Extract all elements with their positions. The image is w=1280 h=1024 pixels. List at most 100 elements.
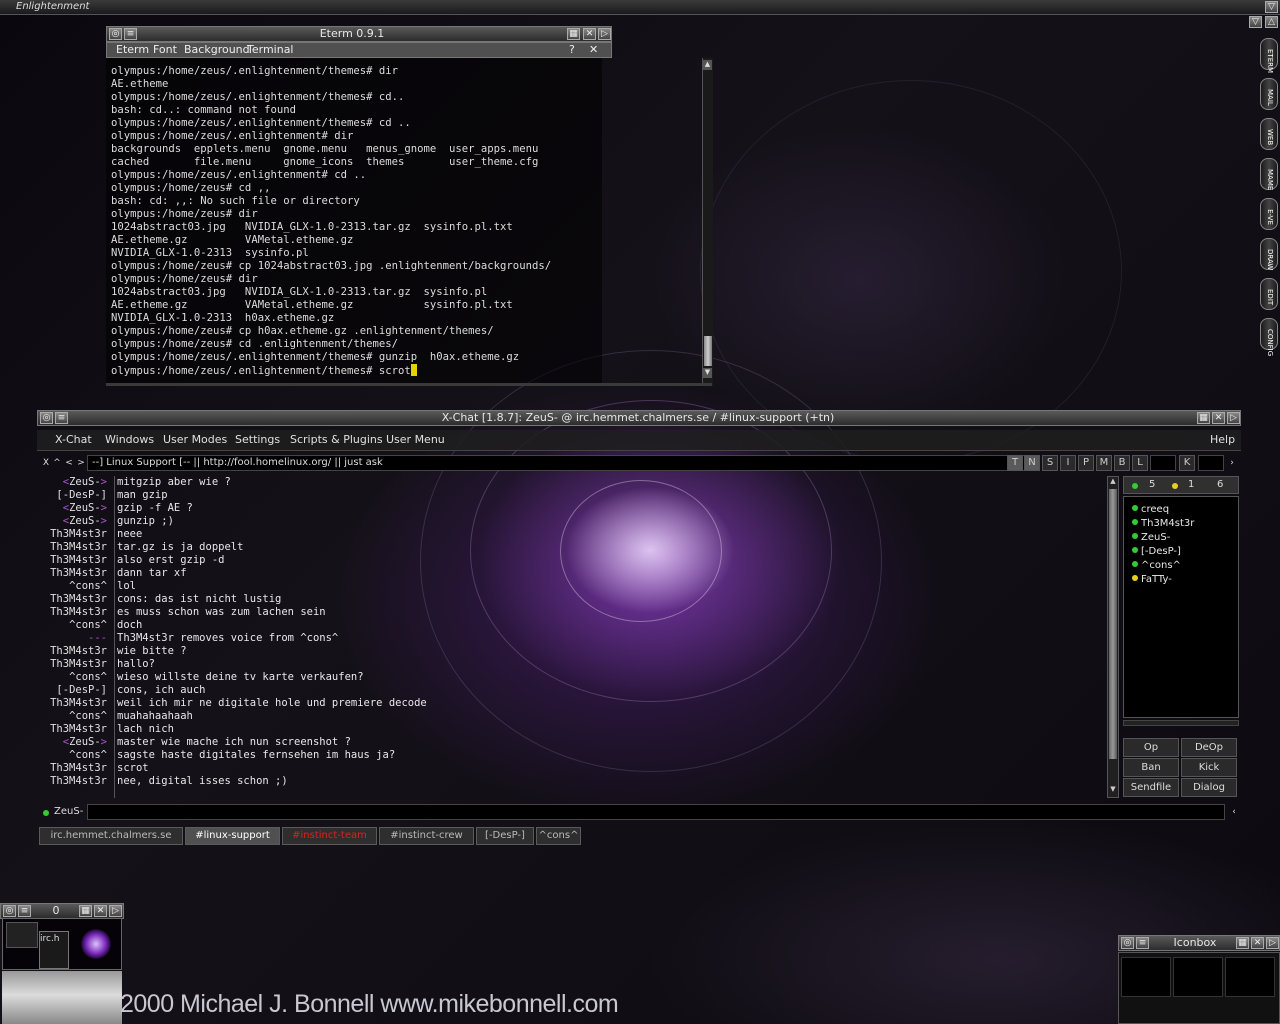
message-nick[interactable]: Th3M4st3r <box>37 697 107 710</box>
menu-help[interactable]: Help <box>1210 432 1235 448</box>
scroll-down-icon[interactable]: ▼ <box>703 368 712 378</box>
gear-icon[interactable]: ◎ <box>109 28 122 40</box>
help-icon[interactable]: ? <box>569 43 575 57</box>
message-nick[interactable]: ^cons^ <box>37 749 107 762</box>
chevron-down-icon[interactable]: ▽ <box>1265 1 1278 13</box>
message-nick[interactable]: Th3M4st3r <box>37 541 107 554</box>
dock-button[interactable]: WEB <box>1260 118 1278 150</box>
maximize-icon[interactable]: ▦ <box>79 905 92 917</box>
menu-icon[interactable]: ≡ <box>18 905 31 917</box>
message-nick[interactable]: <ZeuS-> <box>37 736 107 749</box>
key-field[interactable] <box>1198 455 1224 471</box>
menu-icon[interactable]: ≡ <box>124 28 137 40</box>
channel-tab[interactable]: #instinct-crew <box>379 827 474 845</box>
mode-m-button[interactable]: M <box>1096 455 1112 471</box>
message-nick[interactable]: ^cons^ <box>37 710 107 723</box>
eterm-menu-terminal[interactable]: Terminal <box>247 43 294 57</box>
xchat-titlebar[interactable]: ◎ ≡ X-Chat [1.8.7]: ZeuS- @ irc.hemmet.c… <box>37 410 1241 426</box>
message-nick[interactable]: --- <box>37 632 107 645</box>
chat-scrollbar[interactable]: ▲ ▼ <box>1107 476 1119 798</box>
userlist-hscroll[interactable] <box>1123 720 1239 726</box>
message-nick[interactable]: Th3M4st3r <box>37 593 107 606</box>
message-nick[interactable]: Th3M4st3r <box>37 658 107 671</box>
chevron-right-icon[interactable]: › <box>1227 456 1237 470</box>
message-nick[interactable]: ^cons^ <box>37 580 107 593</box>
detach-button[interactable]: ^ <box>52 456 62 470</box>
message-nick[interactable]: Th3M4st3r <box>37 567 107 580</box>
iconbox-slot[interactable] <box>1225 957 1275 997</box>
mode-i-button[interactable]: I <box>1060 455 1076 471</box>
user-list-item[interactable]: FaTTy- <box>1132 573 1172 586</box>
close-icon[interactable]: ✕ <box>1251 937 1264 949</box>
pager-window-xchat[interactable]: irc.h <box>39 931 69 969</box>
message-nick[interactable]: Th3M4st3r <box>37 762 107 775</box>
message-nick[interactable]: [-DesP-] <box>37 684 107 697</box>
message-nick[interactable]: <ZeuS-> <box>37 515 107 528</box>
pager-titlebar[interactable]: ◎ ≡ 0 ▦ ✕ ▷ <box>0 903 124 919</box>
dock-button[interactable]: MAME <box>1260 158 1278 190</box>
message-nick[interactable]: Th3M4st3r <box>37 723 107 736</box>
mode-s-button[interactable]: S <box>1042 455 1058 471</box>
close-tab-button[interactable]: X <box>41 456 51 470</box>
scrollbar-thumb[interactable] <box>704 336 712 366</box>
maximize-icon[interactable]: ▦ <box>567 28 580 40</box>
mode-b-button[interactable]: B <box>1114 455 1130 471</box>
mode-k-button[interactable]: K <box>1179 455 1195 471</box>
user-list-item[interactable]: [-DesP-] <box>1132 545 1181 558</box>
chat-log[interactable]: <ZeuS-> [-DesP-] <ZeuS-> <ZeuS-> Th3M4st3r Th… <box>37 476 1107 798</box>
close-icon[interactable]: ✕ <box>1212 412 1225 424</box>
terminal-scrollbar[interactable]: ▲ ▼ <box>702 58 713 386</box>
limit-field[interactable] <box>1150 455 1176 471</box>
message-nick[interactable]: <ZeuS-> <box>37 476 107 489</box>
message-nick[interactable]: ^cons^ <box>37 619 107 632</box>
user-list[interactable]: creeq Th3M4st3r ZeuS- [-DesP-] ^cons^ FaTTy- <box>1123 496 1239 718</box>
maximize-icon[interactable]: ▦ <box>1197 412 1210 424</box>
user-list-item[interactable]: creeq <box>1132 503 1169 516</box>
op-button[interactable]: Op <box>1123 738 1179 757</box>
dock-button[interactable]: MAIL <box>1260 78 1278 110</box>
scroll-down-icon[interactable]: ▼ <box>1108 785 1118 795</box>
message-input[interactable] <box>87 804 1225 820</box>
maximize-icon[interactable]: ▦ <box>1236 937 1249 949</box>
arrow-right-icon[interactable]: ▷ <box>598 28 611 40</box>
eterm-titlebar[interactable]: ◎ ≡ Eterm 0.9.1 ▦ ✕ ▷ <box>106 26 612 42</box>
dock-button[interactable]: ETERM <box>1260 38 1278 73</box>
message-nick[interactable]: [-DesP-] <box>37 489 107 502</box>
menu-user-menu[interactable]: User Menu <box>386 432 445 448</box>
mode-l-button[interactable]: L <box>1132 455 1148 471</box>
channel-tab[interactable]: ^cons^ <box>536 827 581 845</box>
mode-n-button[interactable]: N <box>1024 455 1040 471</box>
column-separator[interactable] <box>114 476 115 798</box>
ban-button[interactable]: Ban <box>1123 758 1179 777</box>
dock-button[interactable]: CONFIG <box>1260 318 1278 356</box>
menu-scripts-plugins[interactable]: Scripts & Plugins <box>290 432 383 448</box>
channel-tab[interactable]: irc.hemmet.chalmers.se <box>39 827 183 845</box>
menu-user-modes[interactable]: User Modes <box>163 432 227 448</box>
message-nick[interactable]: Th3M4st3r <box>37 554 107 567</box>
menu-settings[interactable]: Settings <box>235 432 280 448</box>
menu-xchat[interactable]: X-Chat <box>55 432 92 448</box>
eterm-menu-eterm[interactable]: Eterm <box>116 43 149 57</box>
channel-tab[interactable]: [-DesP-] <box>476 827 534 845</box>
next-tab-button[interactable]: > <box>76 456 86 470</box>
user-list-item[interactable]: ZeuS- <box>1132 531 1170 544</box>
menu-icon[interactable]: ≡ <box>55 412 68 424</box>
pager-window-eterm[interactable] <box>6 922 38 948</box>
iconbox-slot[interactable] <box>1121 957 1171 997</box>
dock-button[interactable]: EDIT <box>1260 278 1278 310</box>
gear-icon[interactable]: ◎ <box>1121 937 1134 949</box>
dock-button[interactable]: DRAW <box>1260 238 1278 270</box>
terminal-output[interactable]: olympus:/home/zeus/.enlightenment/themes… <box>106 58 602 386</box>
scrollbar-thumb[interactable] <box>1109 489 1117 759</box>
message-nick[interactable]: Th3M4st3r <box>37 775 107 788</box>
menu-windows[interactable]: Windows <box>105 432 154 448</box>
iconbox-area[interactable] <box>1118 952 1280 1024</box>
arrow-right-icon[interactable]: ▷ <box>109 905 122 917</box>
pager-desktop-thumbnail[interactable]: irc.h <box>2 918 122 970</box>
gear-icon[interactable]: ◎ <box>3 905 16 917</box>
mode-p-button[interactable]: P <box>1078 455 1094 471</box>
sendfile-button[interactable]: Sendfile <box>1123 778 1179 797</box>
mode-t-button[interactable]: T <box>1007 455 1023 471</box>
dialog-button[interactable]: Dialog <box>1181 778 1237 797</box>
message-nick[interactable]: ^cons^ <box>37 671 107 684</box>
